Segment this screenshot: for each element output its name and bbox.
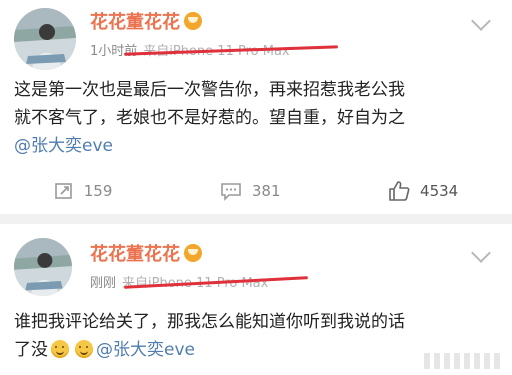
repost-count: 159 [83, 182, 113, 200]
weibo-post-2: 花花董花花 刚刚 来自iPhone 11 Pro Max 谁把我评论给关了，那我… [0, 224, 512, 375]
post-text-line: 就不客气了，老娘也不是好惹的。望自重，好自为之 [14, 108, 405, 128]
smile-emoji-icon [51, 340, 69, 358]
thumbs-up-icon [389, 181, 410, 201]
action-bar: 159 381 4534 [0, 174, 512, 208]
username[interactable]: 花花董花花 [90, 8, 202, 34]
mention-link[interactable]: @张大奕eve [96, 340, 195, 360]
repost-icon [54, 183, 72, 199]
post-time: 1小时前 [90, 44, 138, 59]
username-text[interactable]: 花花董花花 [90, 8, 180, 34]
username[interactable]: 花花董花花 [90, 240, 202, 266]
avatar[interactable] [14, 8, 76, 70]
repost-button[interactable]: 159 [54, 181, 113, 201]
watermark [424, 353, 504, 369]
mention-link[interactable]: @张大奕eve [14, 132, 504, 160]
vip-crown-icon [184, 244, 202, 262]
chevron-down-icon[interactable] [471, 243, 491, 263]
like-count: 4534 [420, 182, 459, 200]
username-text[interactable]: 花花董花花 [90, 240, 180, 266]
post-text-end: 了没 [14, 340, 48, 360]
post-time: 刚刚 [90, 276, 117, 291]
weibo-post-1: 花花董花花 1小时前 来自iPhone 11 Pro Max 这是第一次也是最后… [0, 0, 512, 214]
comment-icon [221, 183, 241, 201]
post-text: 这是第一次也是最后一次警告你，再来招惹我老公我 就不客气了，老娘也不是好惹的。望… [14, 76, 504, 160]
post-text-line: 这是第一次也是最后一次警告你，再来招惹我老公我 [14, 80, 405, 100]
comment-button[interactable]: 381 [220, 181, 281, 201]
chevron-down-icon[interactable] [471, 11, 491, 31]
like-button[interactable]: 4534 [388, 180, 458, 202]
smile-emoji-icon [75, 340, 93, 358]
post-text-line: 谁把我评论给关了，那我怎么能知道你听到我说的话 [14, 312, 405, 332]
comment-count: 381 [251, 182, 281, 200]
vip-crown-icon [184, 12, 202, 30]
avatar[interactable] [14, 238, 72, 296]
